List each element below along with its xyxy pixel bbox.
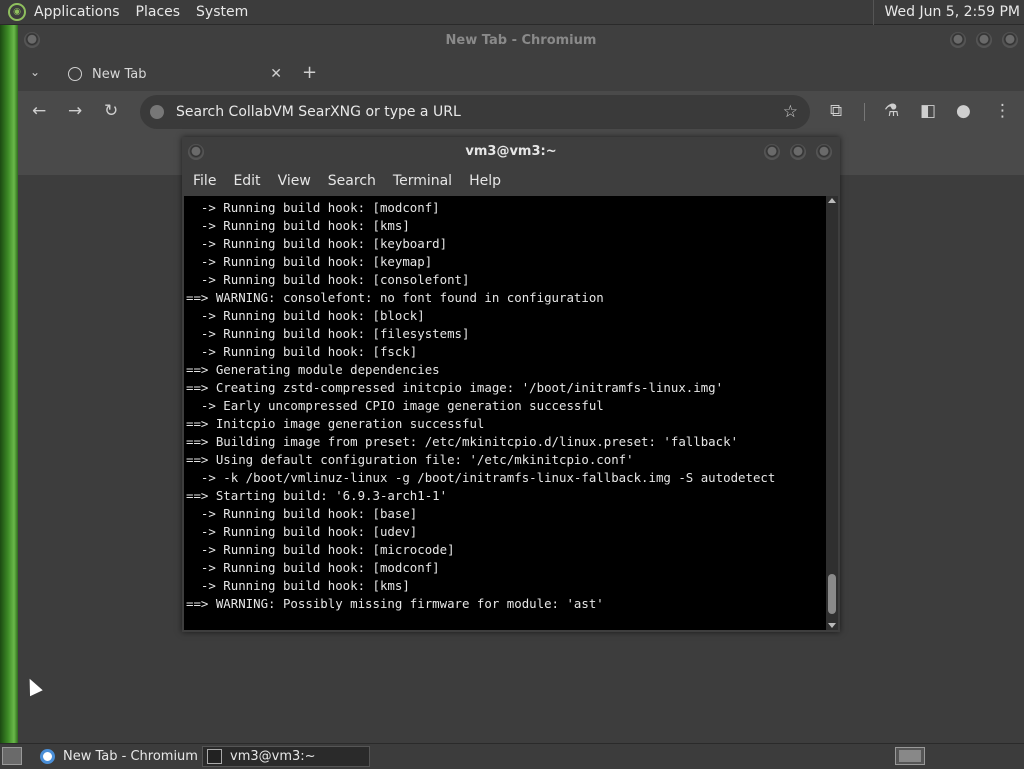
menu-system[interactable]: System [188,0,256,25]
side-panel-icon[interactable]: ◧ [920,101,936,121]
terminal-line: ==> Building image from preset: /etc/mki… [186,434,739,449]
terminal-maximize-button[interactable] [790,144,806,160]
browser-toolbar: ← → ↻ Search CollabVM SearXNG or type a … [18,91,1024,131]
site-info-icon[interactable] [150,105,164,119]
terminal-line: -> Running build hook: [consolefont] [186,272,470,287]
terminal-line: -> Running build hook: [modconf] [186,200,440,215]
terminal-line: -> Running build hook: [microcode] [186,542,455,557]
forward-arrow-icon[interactable]: → [68,101,82,121]
terminal-window-menu-button[interactable] [188,144,204,160]
terminal-line: -> Running build hook: [filesystems] [186,326,470,341]
tab-close-icon[interactable]: ✕ [270,66,282,82]
taskbar-item-chromium[interactable]: New Tab - Chromium [36,746,200,767]
terminal-line: -> Running build hook: [block] [186,308,425,323]
taskbar-item-label: vm3@vm3:~ [230,749,316,764]
toolbar-separator [864,103,865,121]
labs-flask-icon[interactable]: ⚗ [884,101,899,121]
terminal-menu-terminal[interactable]: Terminal [385,173,460,189]
address-bar-placeholder: Search CollabVM SearXNG or type a URL [176,104,461,120]
terminal-line: -> Running build hook: [fsck] [186,344,418,359]
terminal-titlebar[interactable]: vm3@vm3:~ [182,137,840,167]
terminal-line: ==> WARNING: Possibly missing firmware f… [186,596,604,611]
scroll-down-arrow-icon[interactable] [828,623,836,628]
terminal-line: -> Running build hook: [keymap] [186,254,433,269]
terminal-menu-view[interactable]: View [270,173,319,189]
tab-title: New Tab [92,66,147,82]
terminal-scrollbar[interactable] [826,196,838,630]
terminal-line: ==> Using default configuration file: '/… [186,452,634,467]
reload-icon[interactable]: ↻ [104,101,118,121]
back-arrow-icon[interactable]: ← [32,101,46,121]
maximize-button[interactable] [976,32,992,48]
scrollbar-thumb[interactable] [828,574,836,614]
distro-logo-icon[interactable]: ◉ [8,3,26,21]
show-desktop-icon[interactable] [2,747,22,765]
terminal-menu-help[interactable]: Help [461,173,509,189]
terminal-line: -> Running build hook: [keyboard] [186,236,448,251]
terminal-line: ==> Creating zstd-compressed initcpio im… [186,380,724,395]
bottom-panel: New Tab - Chromium vm3@vm3:~ [0,743,1024,769]
bookmark-star-icon[interactable]: ☆ [783,102,798,122]
menu-places[interactable]: Places [128,0,189,25]
terminal-window-title: vm3@vm3:~ [465,144,557,159]
terminal-lines: -> Running build hook: [modconf] -> Runn… [184,196,826,613]
taskbar-item-terminal[interactable]: vm3@vm3:~ [202,746,370,767]
scroll-up-arrow-icon[interactable] [828,198,836,203]
menu-applications[interactable]: Applications [26,0,128,25]
profile-avatar-icon[interactable]: ● [956,101,971,121]
globe-icon [68,67,82,81]
terminal-line: ==> Starting build: '6.9.3-arch1-1' [186,488,448,503]
terminal-line: -> Running build hook: [modconf] [186,560,440,575]
window-menu-button[interactable] [24,32,40,48]
terminal-close-button[interactable] [816,144,832,160]
terminal-output[interactable]: -> Running build hook: [modconf] -> Runn… [184,196,826,630]
terminal-line: ==> Generating module dependencies [186,362,440,377]
tab-strip: ⌄ New Tab ✕ + [18,57,1024,91]
minimize-button[interactable] [950,32,966,48]
terminal-icon [207,749,222,764]
terminal-line: -> -k /boot/vmlinuz-linux -g /boot/initr… [186,470,776,485]
chromium-window-title: New Tab - Chromium [445,33,597,48]
taskbar-item-label: New Tab - Chromium [63,749,198,764]
tab-search-chevron-icon[interactable]: ⌄ [30,65,40,79]
tab-new-tab[interactable]: New Tab ✕ [54,57,294,91]
terminal-line: -> Running build hook: [base] [186,506,418,521]
terminal-line: -> Running build hook: [kms] [186,578,410,593]
terminal-line: -> Running build hook: [kms] [186,218,410,233]
terminal-menu-search[interactable]: Search [320,173,384,189]
terminal-line: -> Running build hook: [udev] [186,524,418,539]
more-menu-icon[interactable]: ⋮ [994,101,1011,121]
clock[interactable]: Wed Jun 5, 2:59 PM [873,0,1020,25]
terminal-menu-file[interactable]: File [185,173,224,189]
terminal-window: vm3@vm3:~ File Edit View Search Terminal… [182,137,840,632]
terminal-menubar: File Edit View Search Terminal Help [182,167,840,195]
terminal-line: ==> WARNING: consolefont: no font found … [186,290,604,305]
chromium-titlebar[interactable]: New Tab - Chromium [18,25,1024,57]
terminal-line: -> Early uncompressed CPIO image generat… [186,398,604,413]
terminal-menu-edit[interactable]: Edit [225,173,268,189]
address-bar[interactable]: Search CollabVM SearXNG or type a URL ☆ [140,95,810,129]
close-button[interactable] [1002,32,1018,48]
chromium-icon [40,749,55,764]
workspace-switcher[interactable] [895,747,925,765]
top-panel: ◉ Applications Places System Wed Jun 5, … [0,0,1024,25]
terminal-line: ==> Initcpio image generation successful [186,416,485,431]
terminal-minimize-button[interactable] [764,144,780,160]
extensions-icon[interactable]: ⧉ [830,101,842,121]
new-tab-plus-icon[interactable]: + [302,62,317,83]
